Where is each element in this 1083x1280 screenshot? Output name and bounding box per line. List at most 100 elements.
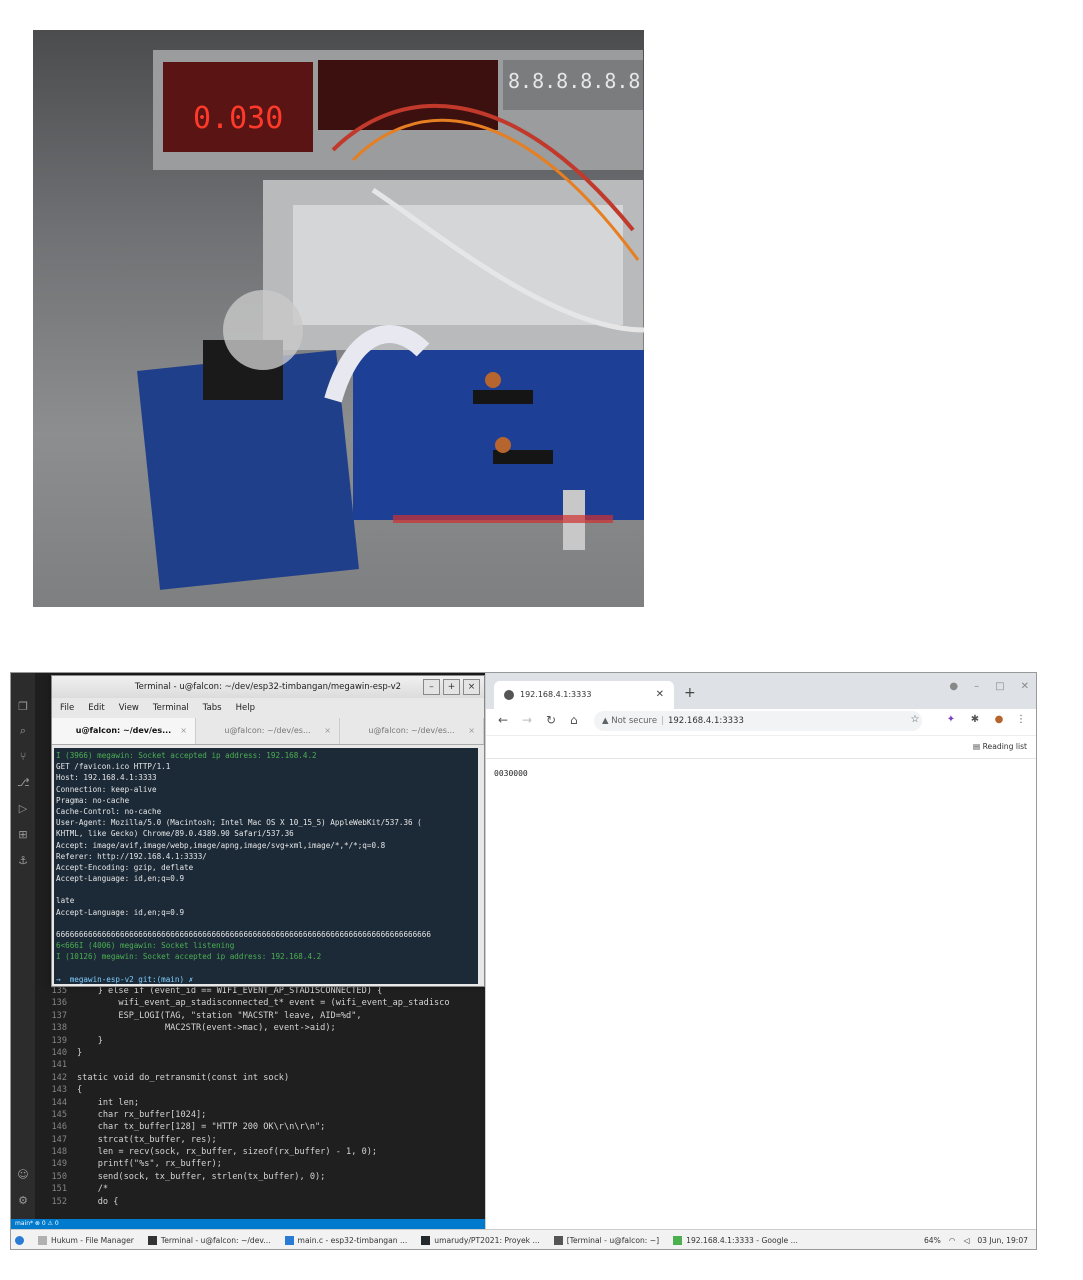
anchor-icon[interactable]: ⚓ xyxy=(17,855,29,867)
menu-file[interactable]: File xyxy=(60,698,74,718)
close-button[interactable]: × xyxy=(463,679,480,695)
code-text: strcat(tx_buffer, res); xyxy=(77,1134,217,1145)
reload-icon[interactable]: ↻ xyxy=(546,713,556,727)
menu-help[interactable]: Help xyxy=(236,698,255,718)
tab-close-icon[interactable]: × xyxy=(324,718,331,744)
new-tab-button[interactable]: + xyxy=(684,681,696,705)
terminal-line: Referer: http://192.168.4.1:3333/ xyxy=(56,851,207,861)
taskbar-item[interactable]: main.c - esp32-timbangan ... xyxy=(284,1235,407,1245)
bookmark-star-icon[interactable]: ☆ xyxy=(910,715,920,725)
warning-icon: ▲ xyxy=(602,716,612,726)
taskbar-item-label: Terminal - u@falcon: ~/dev... xyxy=(160,1235,271,1245)
shell-prompt[interactable]: → megawin-esp-v2 git:(main) ✗ xyxy=(56,974,478,984)
app-icon xyxy=(147,1235,157,1245)
code-line: 149 printf("%s", rx_buffer); xyxy=(35,1158,485,1170)
profile-avatar-icon[interactable]: ● xyxy=(994,715,1004,725)
menu-view[interactable]: View xyxy=(119,698,139,718)
line-number: 142 xyxy=(51,1072,67,1083)
extension-icon[interactable]: ✦ xyxy=(946,715,956,725)
maximize-button[interactable]: + xyxy=(443,679,460,695)
terminal-tabbar: u@falcon: ~/dev/es... × u@falcon: ~/dev/es… xyxy=(52,718,484,745)
source-control-icon[interactable]: ⑂ xyxy=(17,751,29,763)
terminal-tab[interactable]: u@falcon: ~/dev/es... × xyxy=(52,718,196,744)
code-text: send(sock, tx_buffer, strlen(tx_buffer),… xyxy=(77,1171,326,1182)
run-debug-icon[interactable]: ▷ xyxy=(17,803,29,815)
line-number: 152 xyxy=(51,1196,67,1207)
terminal-line: Pragma: no-cache xyxy=(56,795,130,805)
app-icon xyxy=(38,1235,47,1245)
address-bar[interactable]: ▲ Not secure | 192.168.4.1:3333 xyxy=(594,711,922,731)
terminal-line: 6<666I (4006) megawin: Socket listening xyxy=(56,941,235,951)
battery-indicator[interactable]: 64% xyxy=(924,1236,941,1245)
code-line: 151 /* xyxy=(35,1183,485,1195)
terminal-tab-label: u@falcon: ~/dev/es... xyxy=(75,726,172,735)
taskbar-item[interactable]: 192.168.4.1:3333 - Google ... xyxy=(673,1235,798,1245)
menu-tabs[interactable]: Tabs xyxy=(203,698,222,718)
terminal-tab-label: u@falcon: ~/dev/es... xyxy=(368,726,455,735)
taskbar-item[interactable]: Hukum - File Manager xyxy=(38,1235,134,1245)
code-line: 138 MAC2STR(event->mac), event->aid); xyxy=(35,1022,485,1034)
code-line: 144 int len; xyxy=(35,1097,485,1109)
home-icon[interactable]: ⌂ xyxy=(570,713,578,727)
code-line: 142 static void do_retransmit(const int s… xyxy=(35,1072,485,1084)
tab-close-icon[interactable]: × xyxy=(180,718,187,744)
forward-arrow-icon[interactable]: → xyxy=(522,713,532,727)
search-icon[interactable]: ⌕ xyxy=(17,725,29,737)
back-arrow-icon[interactable]: ← xyxy=(498,713,508,727)
tab-close-icon[interactable]: × xyxy=(468,718,475,744)
code-text: } xyxy=(77,1047,83,1058)
git-graph-icon[interactable]: ⎇ xyxy=(17,777,30,789)
terminal-tab-label: u@falcon: ~/dev/es... xyxy=(224,726,311,735)
start-menu-icon[interactable] xyxy=(15,1235,24,1245)
line-number: 138 xyxy=(51,1023,67,1034)
account-icon[interactable]: ☺ xyxy=(17,1169,29,1181)
code-text: ESP_LOGI(TAG, "station "MACSTR" leave, A… xyxy=(77,1010,362,1021)
code-line: 146 char tx_buffer[128] = "HTTP 200 OK\r… xyxy=(35,1121,485,1133)
minimize-button[interactable]: – xyxy=(423,679,440,695)
window-close-button[interactable]: ✕ xyxy=(1021,681,1029,692)
terminal-title: Terminal - u@falcon: ~/dev/esp32-timbang… xyxy=(134,682,402,692)
more-menu-icon[interactable]: ⋮ xyxy=(1016,715,1026,725)
line-number: 145 xyxy=(51,1109,67,1120)
app-icon xyxy=(284,1235,294,1245)
terminal-titlebar[interactable]: Terminal - u@falcon: ~/dev/esp32-timbang… xyxy=(52,676,484,698)
browser-tab[interactable]: 192.168.4.1:3333 ✕ xyxy=(494,681,674,709)
led-display-secondary: 8.8.8.8.8.8 xyxy=(508,69,640,93)
app-icon xyxy=(421,1235,431,1245)
window-maximize-button[interactable]: □ xyxy=(995,681,1004,692)
line-number: 150 xyxy=(51,1171,67,1182)
terminal-line: GET /favicon.ico HTTP/1.1 xyxy=(56,762,171,772)
security-status: Not secure xyxy=(611,716,658,726)
profile-indicator-icon[interactable]: ● xyxy=(949,681,958,692)
reading-list-label: Reading list xyxy=(982,742,1027,751)
code-text: char rx_buffer[1024]; xyxy=(77,1109,207,1120)
taskbar-item[interactable]: [Terminal - u@falcon: ~] xyxy=(553,1235,659,1245)
reading-list-icon: ▤ xyxy=(973,742,983,751)
code-editor[interactable]: 135 } else if (event_id == WIFI_EVENT_AP… xyxy=(35,985,485,1219)
reading-list-button[interactable]: ▤ Reading list xyxy=(973,742,1027,751)
extensions-icon[interactable]: ⊞ xyxy=(17,829,29,841)
window-minimize-button[interactable]: – xyxy=(974,681,979,692)
files-icon[interactable]: ❐ xyxy=(17,701,29,713)
terminal-line: I (3966) megawin: Socket accepted ip add… xyxy=(56,751,317,760)
menu-terminal[interactable]: Terminal xyxy=(153,698,189,718)
clock[interactable]: 03 Jun, 19:07 xyxy=(977,1236,1028,1245)
volume-icon[interactable]: ◁ xyxy=(964,1236,970,1245)
code-text: { xyxy=(77,1085,83,1096)
terminal-tab[interactable]: u@falcon: ~/dev/es... × xyxy=(340,718,484,744)
vscode-status-bar[interactable]: main* ⊗ 0 ⚠ 0 xyxy=(11,1219,485,1229)
taskbar-item[interactable]: umarudy/PT2021: Proyek ... xyxy=(421,1235,540,1245)
settings-gear-icon[interactable]: ⚙ xyxy=(17,1195,29,1207)
terminal-line: Connection: keep-alive xyxy=(56,784,157,794)
taskbar-item[interactable]: Terminal - u@falcon: ~/dev... xyxy=(147,1235,271,1245)
puzzle-extensions-icon[interactable]: ✱ xyxy=(970,715,980,725)
terminal-tab[interactable]: u@falcon: ~/dev/es... × xyxy=(196,718,340,744)
line-number: 148 xyxy=(51,1147,67,1158)
tab-close-icon[interactable]: ✕ xyxy=(656,681,664,709)
terminal-output[interactable]: I (3966) megawin: Socket accepted ip add… xyxy=(54,748,478,984)
menu-edit[interactable]: Edit xyxy=(88,698,104,718)
wifi-icon[interactable]: ◠ xyxy=(949,1236,956,1245)
taskbar-item-label: Hukum - File Manager xyxy=(51,1235,134,1245)
